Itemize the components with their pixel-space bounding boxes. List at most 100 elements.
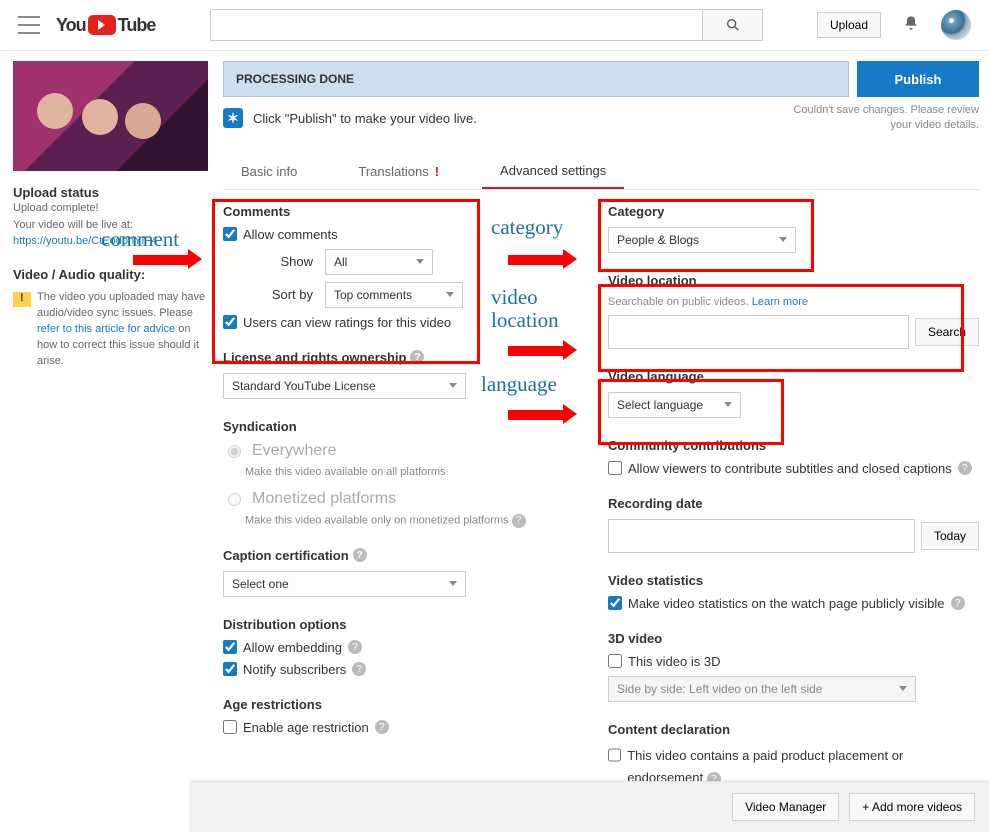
syndication-monetized-radio	[228, 493, 241, 506]
settings-col-right: Category People & Blogs Video location S…	[608, 204, 979, 809]
category-section: Category People & Blogs	[608, 204, 979, 253]
sort-comments-select[interactable]: Top comments	[325, 282, 463, 308]
3d-title: 3D video	[608, 631, 979, 646]
help-icon[interactable]: ?	[352, 662, 366, 676]
age-restriction-label: Enable age restriction	[243, 720, 369, 735]
language-section: Video language Select language	[608, 369, 979, 418]
upload-status-line: Upload complete!	[13, 202, 208, 214]
caption-select[interactable]: Select one	[223, 571, 466, 597]
publish-info-icon: ✶	[223, 108, 243, 128]
content-declaration-section: Content declaration This video contains …	[608, 722, 979, 789]
view-ratings-checkbox[interactable]	[223, 315, 237, 329]
syndication-everywhere-hint: Make this video available on all platfor…	[245, 466, 563, 478]
recording-today-button[interactable]: Today	[921, 522, 979, 550]
search-input[interactable]	[210, 9, 703, 41]
community-allow-label: Allow viewers to contribute subtitles an…	[628, 461, 952, 476]
notifications-icon[interactable]	[903, 15, 919, 36]
settings-col-left: Comments Allow comments Show All Sort by…	[223, 204, 563, 809]
publish-hint-text: Click "Publish" to make your video live.	[253, 111, 477, 126]
main-panel: PROCESSING DONE Publish ✶ Click "Publish…	[223, 61, 989, 809]
tabs-bar: Basic info Translations ! Advanced setti…	[223, 154, 979, 190]
help-icon[interactable]: ?	[353, 548, 367, 562]
user-avatar[interactable]	[941, 10, 971, 40]
chevron-down-icon	[449, 383, 457, 388]
help-icon[interactable]: ?	[375, 720, 389, 734]
search-icon	[725, 17, 741, 33]
notify-subscribers-label: Notify subscribers	[243, 662, 346, 677]
allow-embedding-checkbox[interactable]	[223, 640, 237, 654]
sort-label: Sort by	[243, 287, 313, 302]
community-section: Community contributions Allow viewers to…	[608, 438, 979, 476]
video-manager-button[interactable]: Video Manager	[732, 793, 839, 821]
alert-icon: !	[435, 164, 439, 179]
statistics-title: Video statistics	[608, 573, 979, 588]
upload-button[interactable]: Upload	[817, 12, 881, 38]
recording-date-input[interactable]	[608, 519, 915, 553]
play-icon	[88, 15, 116, 35]
help-icon[interactable]: ?	[512, 514, 526, 528]
show-comments-select[interactable]: All	[325, 249, 433, 275]
quality-title: Video / Audio quality:	[13, 267, 208, 282]
community-allow-checkbox[interactable]	[608, 461, 622, 475]
quality-article-link[interactable]: refer to this article for advice	[37, 323, 175, 335]
recording-date-section: Recording date Today	[608, 496, 979, 553]
3d-checkbox[interactable]	[608, 654, 622, 668]
processing-status: PROCESSING DONE	[223, 61, 849, 97]
stats-visible-checkbox[interactable]	[608, 596, 622, 610]
help-icon[interactable]: ?	[348, 640, 362, 654]
category-select[interactable]: People & Blogs	[608, 227, 796, 253]
quality-warning-text: The video you uploaded may have audio/vi…	[37, 290, 208, 370]
location-search-button[interactable]: Search	[915, 318, 979, 346]
location-title: Video location	[608, 273, 979, 288]
statistics-section: Video statistics Make video statistics o…	[608, 573, 979, 611]
add-more-videos-button[interactable]: + Add more videos	[849, 793, 975, 821]
stats-visible-label: Make video statistics on the watch page …	[628, 596, 945, 611]
license-title: License and rights ownership	[223, 350, 406, 365]
syndication-monetized-hint: Make this video available only on moneti…	[245, 514, 563, 528]
caption-title: Caption certification	[223, 548, 349, 563]
age-restriction-checkbox[interactable]	[223, 720, 237, 734]
tab-advanced-settings[interactable]: Advanced settings	[482, 154, 624, 189]
chevron-down-icon	[724, 402, 732, 407]
allow-comments-label: Allow comments	[243, 227, 338, 242]
help-icon[interactable]: ?	[951, 596, 965, 610]
chevron-down-icon	[446, 292, 454, 297]
allow-comments-checkbox[interactable]	[223, 227, 237, 241]
upload-status-title: Upload status	[13, 185, 208, 200]
help-icon[interactable]: ?	[958, 461, 972, 475]
3d-label: This video is 3D	[628, 654, 720, 669]
left-sidebar: Upload status Upload complete! Your vide…	[13, 61, 223, 809]
logo-text-prefix: You	[56, 15, 86, 36]
tab-basic-info[interactable]: Basic info	[223, 154, 315, 189]
search-button[interactable]	[703, 9, 763, 41]
location-input[interactable]	[608, 315, 909, 349]
chevron-down-icon	[899, 686, 907, 691]
view-ratings-label: Users can view ratings for this video	[243, 315, 451, 330]
bottom-bar: Video Manager + Add more videos	[190, 781, 989, 832]
allow-embedding-label: Allow embedding	[243, 640, 342, 655]
advanced-settings-grid: Comments Allow comments Show All Sort by…	[223, 204, 979, 809]
youtube-logo[interactable]: You Tube	[56, 15, 155, 36]
hamburger-menu-icon[interactable]	[18, 16, 40, 34]
publish-button[interactable]: Publish	[857, 61, 979, 97]
topbar: You Tube Upload	[0, 0, 989, 51]
declaration-checkbox[interactable]	[608, 748, 621, 762]
video-url-link[interactable]: https://youtu.be/CtEodbhYIF4	[13, 235, 157, 247]
warning-icon	[13, 292, 31, 307]
license-select[interactable]: Standard YouTube License	[223, 373, 466, 399]
license-section: License and rights ownership? Standard Y…	[223, 350, 563, 399]
tab-translations[interactable]: Translations !	[340, 154, 457, 189]
help-icon[interactable]: ?	[410, 350, 424, 364]
age-title: Age restrictions	[223, 697, 563, 712]
location-learn-more-link[interactable]: Learn more	[752, 296, 808, 308]
upload-live-text: Your video will be live at:	[13, 219, 208, 231]
syndication-title: Syndication	[223, 419, 563, 434]
save-error-text: Couldn't save changes. Please review you…	[793, 103, 979, 134]
video-thumbnail[interactable]	[13, 61, 208, 171]
topbar-right: Upload	[817, 10, 971, 40]
syndication-monetized-label: Monetized platforms	[252, 490, 396, 508]
language-select[interactable]: Select language	[608, 392, 741, 418]
community-title: Community contributions	[608, 438, 979, 453]
notify-subscribers-checkbox[interactable]	[223, 662, 237, 676]
syndication-section: Syndication Everywhere Make this video a…	[223, 419, 563, 528]
